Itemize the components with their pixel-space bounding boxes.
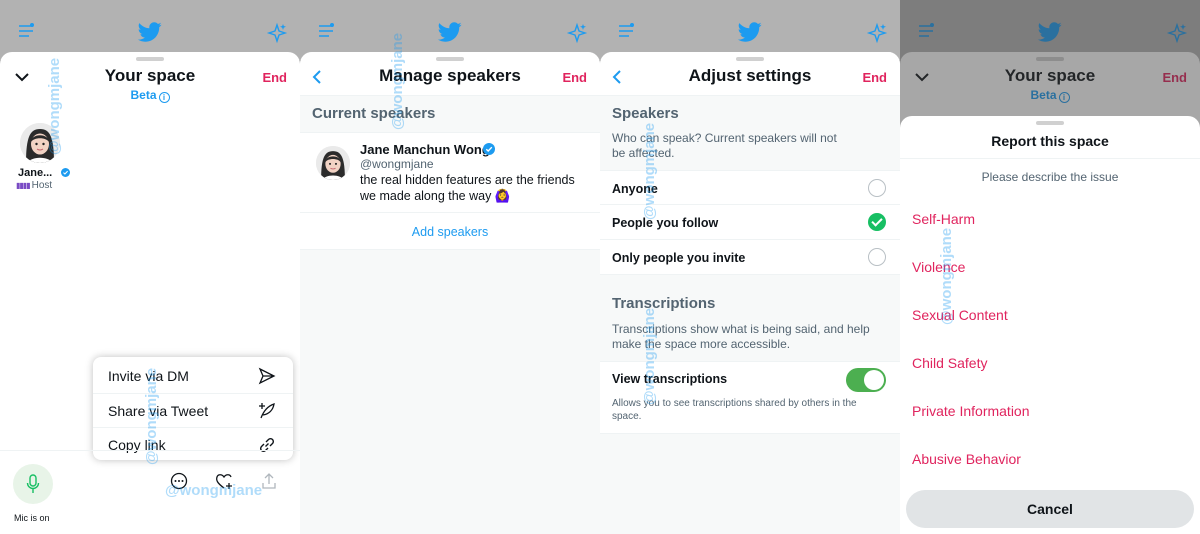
audio-bars-icon: ▮▮▮▮ xyxy=(16,181,31,190)
sheet-grabber[interactable] xyxy=(436,57,464,61)
microphone-icon xyxy=(26,474,40,493)
sparkle-icon[interactable] xyxy=(566,22,588,44)
mic-status: Mic is on xyxy=(14,513,50,523)
watermark: @wongmjane xyxy=(165,482,263,499)
report-option-abusive-behavior[interactable]: Abusive Behavior xyxy=(912,451,1021,467)
view-transcriptions-toggle[interactable] xyxy=(846,368,886,392)
share-menu: Invite via DM Share via Tweet Copy link xyxy=(93,357,293,460)
panel-manage-speakers: Manage speakers End Current speakers Jan… xyxy=(300,0,600,534)
checkmark-selected-icon[interactable] xyxy=(868,213,886,231)
radio-unchecked-icon[interactable] xyxy=(868,248,886,266)
twitter-bird-icon xyxy=(737,20,763,44)
sheet-grabber[interactable] xyxy=(136,57,164,61)
avatar-image xyxy=(316,146,350,180)
twitter-top-bar xyxy=(600,0,900,60)
beta-badge[interactable]: Beta i xyxy=(0,88,300,103)
host-role: ▮▮▮▮ Host xyxy=(16,180,52,191)
speaker-avatar[interactable] xyxy=(316,146,350,180)
report-subtitle: Please describe the issue xyxy=(981,170,1119,184)
info-icon[interactable]: i xyxy=(158,92,170,103)
speaker-name: Jane Manchun Wong xyxy=(360,142,490,157)
watermark-vertical: @wongmjane xyxy=(389,32,406,130)
panel-report-space: Your space End Beta i Report this space P… xyxy=(900,0,1200,534)
page-title: Manage speakers xyxy=(379,66,521,85)
watermark-vertical: @wongmjane xyxy=(46,57,63,155)
menu-item-invite-dm[interactable]: Invite via DM xyxy=(93,359,293,393)
option-label: People you follow xyxy=(612,216,719,230)
speaker-row[interactable]: Jane Manchun Wong @wongmjane the real hi… xyxy=(300,132,600,212)
watermark-vertical: @wongmjane xyxy=(143,367,160,465)
end-button[interactable]: End xyxy=(562,70,587,85)
host-role-label: Host xyxy=(31,180,53,191)
report-title: Report this space xyxy=(991,133,1109,149)
speaker-bio: the real hidden features are the friends… xyxy=(360,173,575,203)
panel-your-space: Your space End Beta i Jane... ▮▮▮▮ Host In… xyxy=(0,0,300,534)
section-title: Current speakers xyxy=(312,105,436,122)
option-label: Only people you invite xyxy=(612,251,746,265)
watermark-vertical: @wongmjane xyxy=(641,122,658,220)
share-icon[interactable] xyxy=(260,472,278,490)
mic-button[interactable] xyxy=(13,464,53,504)
watermark-vertical: @wongmjane xyxy=(938,227,955,325)
report-option-private-information[interactable]: Private Information xyxy=(912,403,1030,419)
host-name: Jane... xyxy=(18,167,53,179)
report-sheet: Report this space Please describe the is… xyxy=(900,116,1200,534)
twitter-bird-icon xyxy=(437,20,463,44)
sheet-grabber[interactable] xyxy=(1036,121,1064,125)
sparkle-icon[interactable] xyxy=(266,22,288,44)
beta-label: Beta xyxy=(130,88,157,102)
twitter-top-bar xyxy=(0,0,300,60)
panel-adjust-settings: Adjust settings End Speakers Who can spe… xyxy=(600,0,900,534)
menu-icon[interactable] xyxy=(318,23,334,39)
report-option-sexual-content[interactable]: Sexual Content xyxy=(912,307,1008,323)
report-option-child-safety[interactable]: Child Safety xyxy=(912,355,987,371)
compose-tweet-icon xyxy=(259,403,275,419)
speaker-handle: @wongmjane xyxy=(360,157,434,171)
menu-icon[interactable] xyxy=(618,23,634,39)
manage-speakers-sheet: Manage speakers End Current speakers Jan… xyxy=(300,52,600,534)
report-option-self-harm[interactable]: Self-Harm xyxy=(912,211,975,227)
section-title-transcriptions: Transcriptions xyxy=(612,295,716,312)
menu-item-share-tweet[interactable]: Share via Tweet xyxy=(93,393,293,427)
section-title-speakers: Speakers xyxy=(612,105,679,122)
divider xyxy=(900,158,1200,159)
page-title: Adjust settings xyxy=(688,66,812,85)
page-title: Your space xyxy=(104,66,196,85)
watermark-vertical: @wongmjane xyxy=(641,307,658,405)
verified-badge-icon xyxy=(483,143,495,155)
sheet-grabber[interactable] xyxy=(736,57,764,61)
option-only-invited[interactable]: Only people you invite xyxy=(600,240,900,275)
end-button[interactable]: End xyxy=(862,70,887,85)
radio-unchecked-icon[interactable] xyxy=(868,179,886,197)
twitter-bird-icon xyxy=(137,20,163,44)
sparkle-icon[interactable] xyxy=(866,22,888,44)
end-button[interactable]: End xyxy=(262,70,287,85)
send-icon xyxy=(258,367,276,385)
cancel-button[interactable]: Cancel xyxy=(906,490,1194,528)
add-speakers-button[interactable]: Add speakers xyxy=(300,212,600,250)
menu-icon[interactable] xyxy=(18,23,34,39)
view-transcriptions-label: View transcriptions xyxy=(612,372,728,386)
twitter-top-bar xyxy=(300,0,600,60)
verified-badge-icon xyxy=(61,168,70,177)
